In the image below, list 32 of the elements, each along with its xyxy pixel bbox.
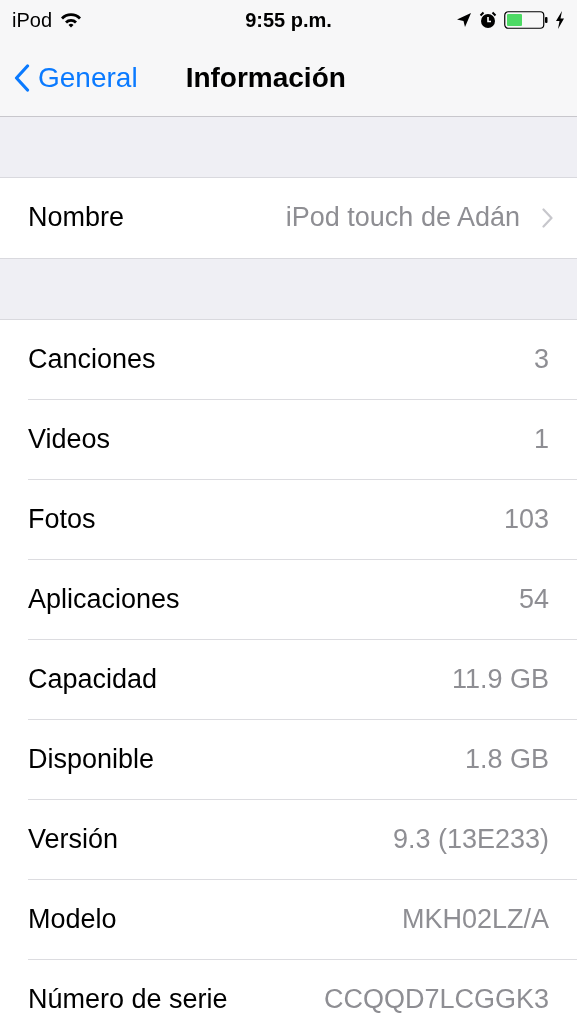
clock-time: 9:55 p.m.	[245, 8, 332, 32]
row-value: MKH02LZ/A	[401, 904, 549, 935]
row-label: Modelo	[28, 904, 117, 935]
row-label: Disponible	[28, 744, 155, 775]
row-label: Canciones	[28, 344, 156, 375]
row-label: Capacidad	[28, 664, 158, 695]
alarm-clock-icon	[479, 11, 497, 29]
row-label: Versión	[28, 824, 119, 855]
location-arrow-icon	[456, 12, 472, 28]
chevron-left-icon	[14, 64, 30, 92]
row-value: 3	[533, 344, 549, 375]
row-label: Fotos	[28, 504, 96, 535]
row-label: Videos	[28, 424, 111, 455]
row-value: 1.8 GB	[464, 744, 549, 775]
row-label: Nombre	[28, 202, 125, 233]
row-value: CCQQD7LCGGK3	[323, 984, 549, 1015]
wifi-icon	[60, 12, 83, 28]
row-value: 9.3 (13E233)	[392, 824, 549, 855]
row-label: Aplicaciones	[28, 584, 180, 615]
row-value: 103	[503, 504, 549, 535]
charging-bolt-icon	[555, 11, 565, 29]
back-button[interactable]: General	[14, 62, 138, 94]
settings-row[interactable]: Nombre iPod touch de Adán	[0, 178, 577, 258]
row-label: Número de serie	[28, 984, 228, 1015]
row-value: 11.9 GB	[451, 664, 549, 695]
carrier-name: iPod	[12, 8, 53, 32]
page-title: Información	[185, 62, 346, 94]
row-value: 1	[533, 424, 549, 455]
row-value: 54	[518, 584, 549, 615]
row-value: iPod touch de Adán	[285, 202, 520, 233]
battery-icon	[504, 11, 548, 29]
chevron-right-icon	[542, 207, 553, 228]
